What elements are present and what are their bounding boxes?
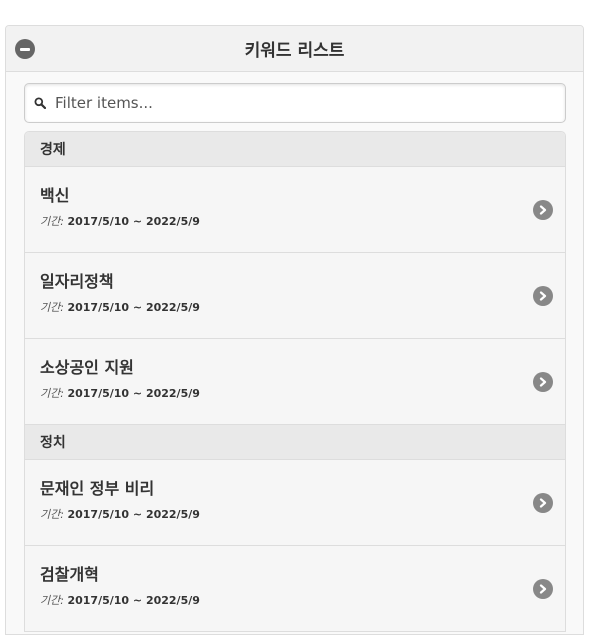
filter-box[interactable] xyxy=(24,83,566,123)
list-item[interactable]: 검찰개혁 기간: 2017/5/10 ~ 2022/5/9 xyxy=(25,546,565,632)
period-label: 기간: xyxy=(40,594,64,607)
item-period: 기간: 2017/5/10 ~ 2022/5/9 xyxy=(40,387,550,401)
period-value: 2017/5/10 ~ 2022/5/9 xyxy=(67,301,200,314)
period-label: 기간: xyxy=(40,301,64,314)
chevron-right-circle-icon xyxy=(533,372,553,392)
list-divider-economy: 경제 xyxy=(25,132,565,167)
item-period: 기간: 2017/5/10 ~ 2022/5/9 xyxy=(40,508,550,522)
chevron-right-circle-icon xyxy=(533,286,553,306)
panel-header[interactable]: 키워드 리스트 xyxy=(6,26,583,72)
filter-input[interactable] xyxy=(55,84,565,122)
item-period: 기간: 2017/5/10 ~ 2022/5/9 xyxy=(40,215,550,229)
minus-circle-icon[interactable] xyxy=(15,39,35,59)
list-item[interactable]: 일자리정책 기간: 2017/5/10 ~ 2022/5/9 xyxy=(25,253,565,339)
keyword-list: 경제 백신 기간: 2017/5/10 ~ 2022/5/9 일자리정책 기간:… xyxy=(24,131,566,632)
chevron-right-circle-icon xyxy=(533,493,553,513)
item-title: 검찰개혁 xyxy=(40,565,99,584)
period-value: 2017/5/10 ~ 2022/5/9 xyxy=(67,387,200,400)
item-period: 기간: 2017/5/10 ~ 2022/5/9 xyxy=(40,301,550,315)
item-title: 일자리정책 xyxy=(40,272,114,291)
list-divider-politics: 정치 xyxy=(25,425,565,460)
chevron-right-circle-icon xyxy=(533,200,553,220)
list-item[interactable]: 백신 기간: 2017/5/10 ~ 2022/5/9 xyxy=(25,167,565,253)
period-label: 기간: xyxy=(40,215,64,228)
item-period: 기간: 2017/5/10 ~ 2022/5/9 xyxy=(40,594,550,608)
item-title: 소상공인 지원 xyxy=(40,358,134,377)
search-icon xyxy=(25,84,55,122)
chevron-right-circle-icon xyxy=(533,579,553,599)
keyword-list-panel: 키워드 리스트 경제 백신 기간: 2017/5/10 ~ 2022/5/9 일… xyxy=(5,25,584,635)
period-value: 2017/5/10 ~ 2022/5/9 xyxy=(67,215,200,228)
period-value: 2017/5/10 ~ 2022/5/9 xyxy=(67,594,200,607)
panel-title: 키워드 리스트 xyxy=(244,41,345,61)
item-title: 백신 xyxy=(40,186,70,205)
list-item[interactable]: 소상공인 지원 기간: 2017/5/10 ~ 2022/5/9 xyxy=(25,339,565,425)
period-label: 기간: xyxy=(40,387,64,400)
period-label: 기간: xyxy=(40,508,64,521)
list-item[interactable]: 문재인 정부 비리 기간: 2017/5/10 ~ 2022/5/9 xyxy=(25,460,565,546)
item-title: 문재인 정부 비리 xyxy=(40,479,155,498)
period-value: 2017/5/10 ~ 2022/5/9 xyxy=(67,508,200,521)
